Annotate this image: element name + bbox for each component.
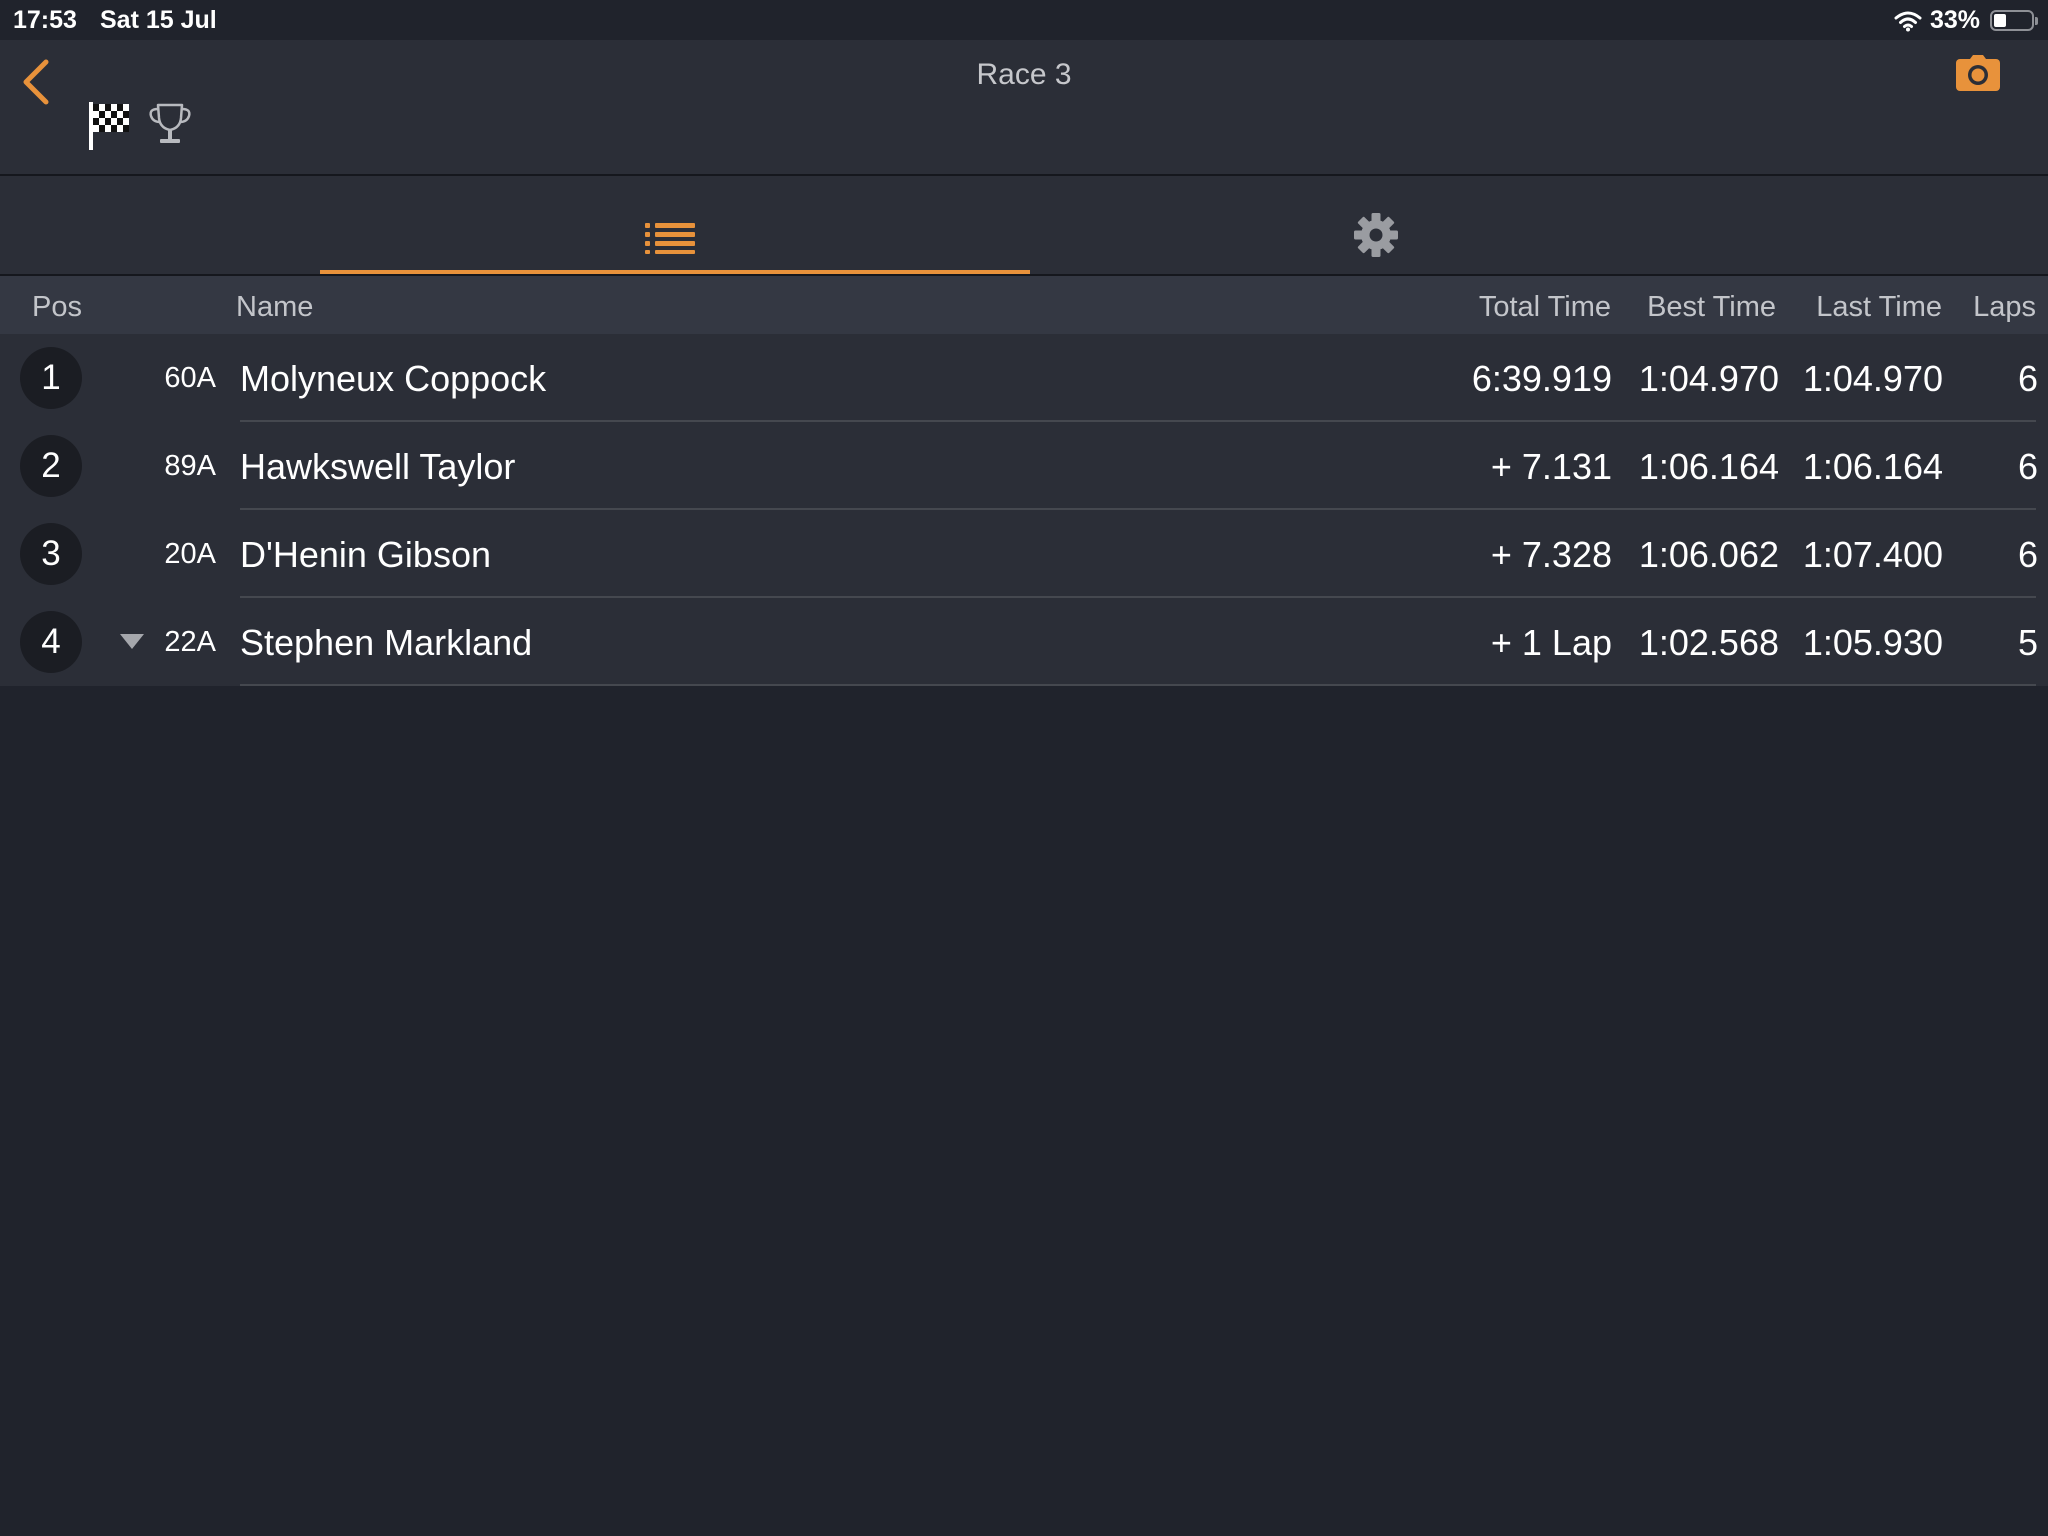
- total-time: + 7.131: [1490, 446, 1612, 487]
- last-time: 1:06.164: [1802, 446, 1943, 487]
- position-badge: 2: [20, 435, 82, 497]
- active-tab-indicator: [320, 270, 1030, 274]
- column-header-last-time[interactable]: Last Time: [1816, 291, 1942, 324]
- car-number: 20A: [164, 538, 216, 570]
- car-number: 60A: [164, 362, 216, 394]
- last-time: 1:05.930: [1802, 622, 1943, 663]
- total-time: + 7.328: [1490, 534, 1612, 575]
- battery-icon: [1990, 10, 2038, 31]
- table-row[interactable]: 3 20A D'Henin Gibson + 7.328 1:06.062 1:…: [0, 510, 2048, 598]
- driver-name: Stephen Markland: [240, 622, 533, 663]
- status-date: Sat 15 Jul: [100, 6, 217, 34]
- gear-icon: [1354, 213, 1398, 257]
- driver-name: Molyneux Coppock: [240, 358, 547, 399]
- status-bar: 17:53 Sat 15 Jul 33%: [0, 0, 2048, 40]
- position-badge: 1: [20, 347, 82, 409]
- best-time: 1:04.970: [1638, 358, 1779, 399]
- table-row[interactable]: 2 89A Hawkswell Taylor + 7.131 1:06.164 …: [0, 422, 2048, 510]
- table-header: Pos Name Total Time Best Time Last Time …: [0, 276, 2048, 334]
- battery-fill: [1994, 14, 2006, 27]
- checkered-flag-icon[interactable]: [86, 100, 132, 152]
- total-time: 6:39.919: [1471, 358, 1612, 399]
- camera-icon: [1956, 55, 2000, 91]
- laps: 6: [2017, 534, 2038, 575]
- position-badge: 4: [20, 611, 82, 673]
- car-number: 22A: [164, 626, 216, 658]
- wifi-icon: [1894, 11, 1922, 31]
- table-row[interactable]: 4 22A Stephen Markland + 1 Lap 1:02.568 …: [0, 598, 2048, 686]
- column-header-total-time[interactable]: Total Time: [1479, 291, 1611, 324]
- tab-bar: [0, 176, 2048, 276]
- status-right: 33%: [1894, 6, 2038, 35]
- status-time: 17:53: [13, 6, 77, 34]
- car-number: 89A: [164, 450, 216, 482]
- results-table: 1 60A Molyneux Coppock 6:39.919 1:04.970…: [0, 334, 2048, 686]
- total-time: + 1 Lap: [1490, 622, 1612, 663]
- tab-results-list[interactable]: [320, 176, 1030, 274]
- trophy-icon[interactable]: [146, 100, 194, 148]
- driver-name: D'Henin Gibson: [240, 534, 491, 575]
- position-badge: 3: [20, 523, 82, 585]
- laps: 6: [2017, 358, 2038, 399]
- laps: 6: [2017, 446, 2038, 487]
- last-time: 1:07.400: [1802, 534, 1943, 575]
- column-header-best-time[interactable]: Best Time: [1647, 291, 1776, 324]
- column-header-name[interactable]: Name: [236, 291, 313, 324]
- table-row[interactable]: 1 60A Molyneux Coppock 6:39.919 1:04.970…: [0, 334, 2048, 422]
- column-header-pos[interactable]: Pos: [32, 291, 82, 324]
- laps: 5: [2017, 622, 2038, 663]
- battery-percent: 33%: [1929, 6, 1980, 34]
- page-title: Race 3: [976, 58, 1072, 91]
- camera-button[interactable]: [1955, 54, 2001, 94]
- row-divider: [240, 684, 2036, 686]
- driver-name: Hawkswell Taylor: [240, 446, 516, 487]
- best-time: 1:06.062: [1638, 534, 1779, 575]
- best-time: 1:02.568: [1638, 622, 1779, 663]
- tab-settings[interactable]: [1040, 176, 1750, 274]
- list-icon: [645, 223, 695, 254]
- best-time: 1:06.164: [1638, 446, 1779, 487]
- position-down-icon: [120, 634, 144, 649]
- column-header-laps[interactable]: Laps: [1973, 291, 2036, 324]
- last-time: 1:04.970: [1802, 358, 1943, 399]
- header: Race 3: [0, 40, 2048, 176]
